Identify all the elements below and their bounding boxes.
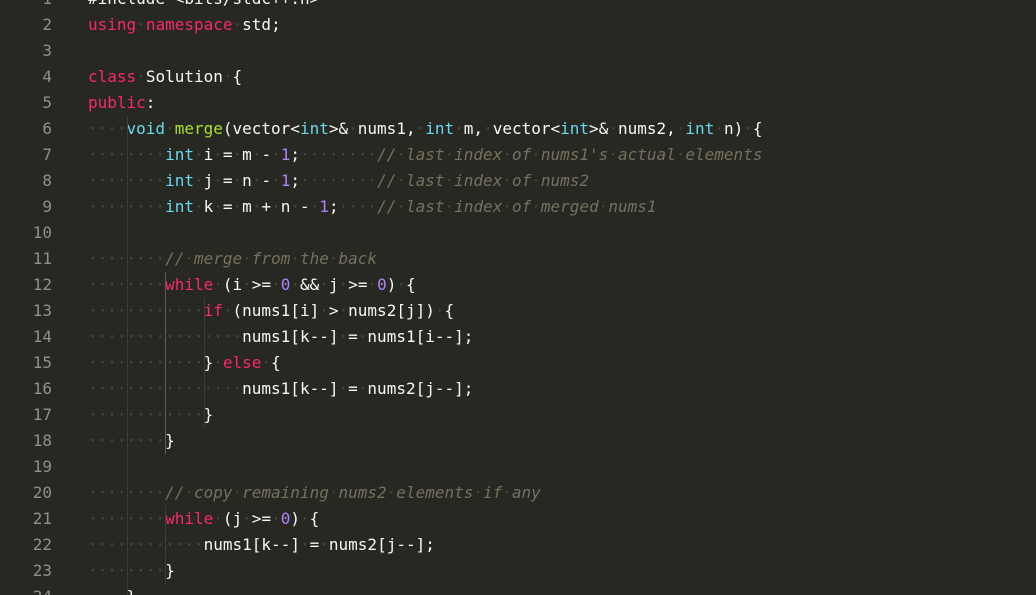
code-text: ············if·(nums1[i]·>·nums2[j])·{ <box>88 301 455 320</box>
line-number: 11 <box>32 249 52 268</box>
line-number: 10 <box>32 223 52 242</box>
code-line[interactable]: 4 class·Solution·{ <box>0 64 1036 90</box>
code-text: ········while·(j·>=·0)·{ <box>88 509 320 528</box>
line-number: 19 <box>32 457 52 476</box>
code-line[interactable]: 17 ············} <box>0 402 1036 428</box>
code-line[interactable]: 22 ············nums1[k--]·=·nums2[j--]; <box>0 532 1036 558</box>
line-number: 23 <box>32 561 52 580</box>
code-line[interactable]: 8 ········int·j·=·n·-·1;········//·last·i… <box>0 168 1036 194</box>
code-editor[interactable]: 1 #include·<bits/stdc++.h> 2 using·namespac… <box>0 0 1036 595</box>
line-number: 24 <box>0 584 52 595</box>
line-number: 4 <box>42 67 52 86</box>
code-text: public: <box>88 93 156 112</box>
line-number: 20 <box>32 483 52 502</box>
code-line[interactable]: 23 ········} <box>0 558 1036 584</box>
code-line[interactable]: 20 ········//·copy·remaining·nums2·elemen… <box>0 480 1036 506</box>
code-line[interactable]: 19 <box>0 454 1036 480</box>
line-number: 6 <box>42 119 52 138</box>
line-number: 21 <box>32 509 52 528</box>
line-number: 5 <box>42 93 52 112</box>
code-text: ········int·i·=·m·-·1;········//·last·in… <box>88 145 763 164</box>
code-text: ········int·k·=·m·+·n·-·1;····//·last·in… <box>88 197 657 216</box>
code-line[interactable]: 14 ················nums1[k--]·=·nums1[i--… <box>0 324 1036 350</box>
code-text: ····void·merge(vector<int>&·nums1,·int·m… <box>88 119 763 138</box>
code-text: ········while·(i·>=·0·&&·j·>=·0)·{ <box>88 275 416 294</box>
code-line[interactable]: 10 <box>0 220 1036 246</box>
line-number: 22 <box>32 535 52 554</box>
code-text: ····} <box>88 584 136 595</box>
line-number: 13 <box>32 301 52 320</box>
line-number: 14 <box>32 327 52 346</box>
code-text: class·Solution·{ <box>88 67 243 86</box>
line-number: 12 <box>32 275 52 294</box>
code-line[interactable]: 13 ············if·(nums1[i]·>·nums2[j])·{ <box>0 298 1036 324</box>
line-number: 16 <box>32 379 52 398</box>
code-text: ········int·j·=·n·-·1;········//·last·in… <box>88 171 590 190</box>
code-line[interactable]: 2 using·namespace·std; <box>0 12 1036 38</box>
line-number: 2 <box>42 15 52 34</box>
code-text: ············nums1[k--]·=·nums2[j--]; <box>88 535 435 554</box>
code-text: #include·<bits/stdc++.h> <box>88 0 319 12</box>
code-text: ········} <box>88 431 175 450</box>
code-text: using·namespace·std; <box>88 15 281 34</box>
code-line[interactable]: 3 <box>0 38 1036 64</box>
code-line[interactable]: 15 ············}·else·{ <box>0 350 1036 376</box>
code-line[interactable]: 6 ····void·merge(vector<int>&·nums1,·int·… <box>0 116 1036 142</box>
code-line[interactable]: 1 #include·<bits/stdc++.h> <box>0 0 1036 12</box>
code-line[interactable]: 5 public: <box>0 90 1036 116</box>
code-line[interactable]: 9 ········int·k·=·m·+·n·-·1;····//·last·i… <box>0 194 1036 220</box>
code-line[interactable]: 11 ········//·merge·from·the·back <box>0 246 1036 272</box>
code-text: ········//·merge·from·the·back <box>88 249 378 268</box>
code-line[interactable]: 24 ····} <box>0 584 1036 595</box>
line-number: 3 <box>42 41 52 60</box>
line-number: 1 <box>0 0 52 12</box>
code-line[interactable]: 16 ················nums1[k--]·=·nums2[j--… <box>0 376 1036 402</box>
code-text: ················nums1[k--]·=·nums1[i--]; <box>88 327 474 346</box>
indent-guide <box>165 272 167 454</box>
indent-guide <box>203 298 205 428</box>
line-number: 9 <box>42 197 52 216</box>
code-text: ············}·else·{ <box>88 353 281 372</box>
indent-guide <box>165 506 167 584</box>
code-line[interactable]: 7 ········int·i·=·m·-·1;········//·last·i… <box>0 142 1036 168</box>
code-text: ········} <box>88 561 175 580</box>
indent-guide <box>126 116 128 595</box>
code-line[interactable]: 21 ········while·(j·>=·0)·{ <box>0 506 1036 532</box>
code-text: ················nums1[k--]·=·nums2[j--]; <box>88 379 474 398</box>
line-number: 17 <box>32 405 52 424</box>
code-line[interactable]: 18 ········} <box>0 428 1036 454</box>
code-text: ············} <box>88 405 214 424</box>
line-number: 8 <box>42 171 52 190</box>
line-number: 7 <box>42 145 52 164</box>
code-text: ········//·copy·remaining·nums2·elements… <box>88 483 541 502</box>
code-line[interactable]: 12 ········while·(i·>=·0·&&·j·>=·0)·{ <box>0 272 1036 298</box>
line-number: 18 <box>32 431 52 450</box>
line-number: 15 <box>32 353 52 372</box>
